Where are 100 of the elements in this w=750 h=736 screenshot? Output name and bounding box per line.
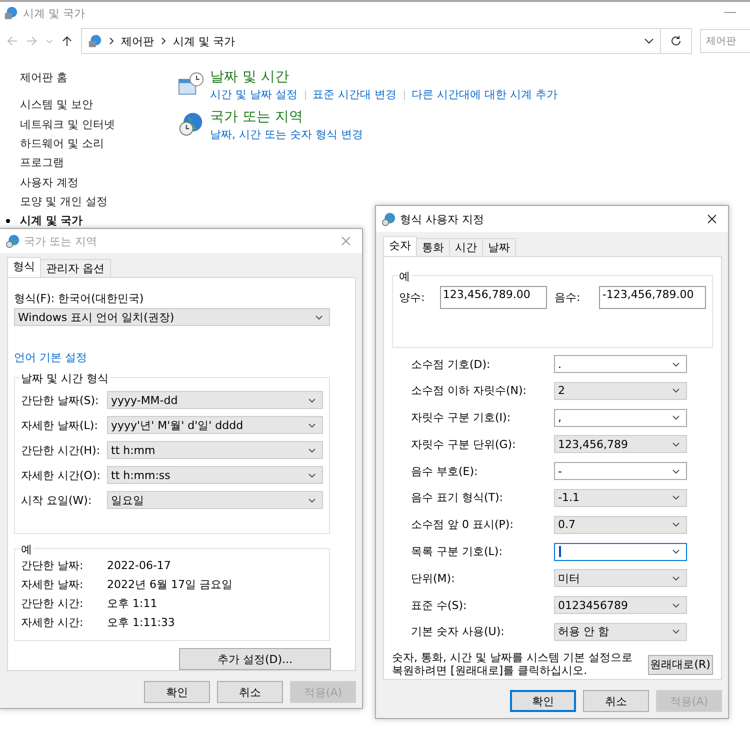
caret-icon (308, 498, 316, 502)
globe-clock-icon (178, 111, 204, 137)
setting-dropdown[interactable]: , (554, 408, 687, 427)
setting-dropdown[interactable]: 0.7 (554, 516, 687, 534)
breadcrumb[interactable]: 시계 및 국가 (173, 34, 235, 48)
caret-icon (308, 448, 316, 452)
chevron-icon (161, 37, 166, 45)
minimize-icon[interactable] (724, 12, 736, 14)
calendar-clock-icon (178, 71, 204, 97)
example-label: 간단한 시간: (21, 596, 84, 611)
field-label: 소수점 이하 자릿수(N): (410, 383, 528, 398)
example-label: 자세한 날짜: (21, 577, 84, 592)
setting-dropdown[interactable]: - (554, 462, 687, 480)
dialog-button[interactable]: 취소 (583, 690, 649, 712)
category-link[interactable]: 다른 시간대에 대한 시계 추가 (412, 87, 558, 102)
control-panel-icon (4, 6, 18, 20)
setting-dropdown[interactable]: -1.1 (554, 488, 687, 507)
example-value: 오후 1:11:33 (107, 615, 175, 630)
group-title: 예 (20, 542, 33, 557)
sidebar-item[interactable]: 네트워크 및 인터넷 (20, 116, 115, 132)
field-label: 자릿수 구분 단위(G): (410, 436, 517, 452)
refresh-button[interactable] (661, 28, 692, 54)
caret-icon (672, 468, 680, 474)
caret-icon (672, 362, 680, 366)
dialog-button[interactable]: 확인 (510, 690, 576, 712)
format-dropdown[interactable]: yyyy-MM-dd (107, 391, 323, 409)
format-dropdown[interactable]: 일요일 (107, 491, 323, 509)
setting-dropdown[interactable]: 미터 (554, 569, 687, 588)
format-dropdown[interactable]: yyyy'년' M'월' d'일' dddd (107, 416, 323, 434)
setting-dropdown[interactable]: 0123456789 (554, 596, 687, 614)
sidebar-item[interactable]: 사용자 계정 (20, 174, 78, 190)
field-label: 음수: (554, 290, 582, 305)
field-label: 자세한 날짜(L): (21, 418, 99, 432)
caret-icon (308, 422, 316, 428)
reset-note: 숫자, 통화, 시간 및 날짜를 시스템 기본 설정으로 복원하려면 [원래대로]를 클릭하십시오. (392, 650, 634, 677)
tab[interactable]: 숫자 (383, 236, 417, 256)
bullet-icon (6, 219, 10, 224)
field-label: 소수점 기호(D): (410, 356, 492, 372)
dialog-title: 형식 사용자 지정 (400, 212, 485, 226)
caret-icon (672, 549, 680, 554)
reset-button[interactable]: 원래대로(R) (648, 654, 713, 675)
tab[interactable]: 형식 (7, 257, 41, 277)
sidebar-item[interactable]: 프로그램 (20, 155, 64, 170)
sidebar-item[interactable]: 시계 및 국가 (20, 213, 83, 228)
category-link[interactable]: 표준 시간대 변경 (312, 87, 396, 102)
address-bar[interactable]: 제어판 시계 및 국가 (81, 28, 661, 54)
tab[interactable]: 통화 (416, 238, 450, 256)
format-dropdown[interactable]: Windows 표시 언어 일치(권장) (14, 308, 330, 326)
category-heading[interactable]: 국가 또는 지역 (210, 108, 363, 126)
field-label: 단위(M): (410, 570, 456, 586)
example-value: 2022년 6월 17일 금요일 (107, 577, 232, 592)
dialog-title: 국가 또는 지역 (24, 234, 98, 248)
window-title: 시계 및 국가 (23, 6, 86, 20)
field-label: 간단한 시간(H): (21, 442, 102, 458)
additional-settings-button[interactable]: 추가 설정(D)... (179, 648, 331, 670)
refresh-icon (670, 35, 682, 47)
example-label: 간단한 날짜: (21, 558, 84, 573)
caret-icon (308, 398, 316, 402)
field-label: 음수 표기 형식(T): (410, 490, 504, 506)
tab[interactable]: 시간 (449, 238, 483, 256)
setting-dropdown[interactable]: 2 (554, 382, 687, 400)
caret-icon (672, 629, 680, 634)
dialog-button[interactable]: 확인 (144, 681, 210, 703)
dialog-button[interactable]: 취소 (217, 681, 283, 703)
caret-icon (672, 495, 680, 500)
language-settings-link[interactable]: 언어 기본 설정 (14, 350, 87, 365)
sidebar-item[interactable]: 하드웨어 및 소리 (20, 136, 104, 152)
caret-icon (672, 522, 680, 528)
field-label: 자세한 시간(O): (21, 468, 102, 482)
setting-dropdown[interactable]: . (554, 355, 687, 373)
group-title: 예 (398, 269, 411, 284)
sidebar-item[interactable]: 제어판 홈 (20, 70, 68, 86)
category-link[interactable]: 날짜, 시간 또는 숫자 형식 변경 (210, 127, 363, 142)
example-value: 오후 1:11 (107, 596, 158, 611)
setting-dropdown[interactable] (554, 542, 687, 561)
tab[interactable]: 날짜 (482, 238, 516, 256)
search-field[interactable]: 제어판 (700, 29, 750, 53)
caret-icon (672, 602, 680, 608)
field-label: 양수: (399, 290, 426, 305)
setting-dropdown[interactable]: 123,456,789 (554, 435, 687, 454)
globe-icon (382, 212, 396, 226)
example-label: 자세한 시간: (21, 615, 84, 630)
caret-icon (308, 472, 316, 478)
format-dropdown[interactable]: tt h:mm (107, 441, 323, 459)
sidebar-item[interactable]: 시스템 및 보안 (20, 97, 93, 112)
chevron-icon (109, 37, 114, 45)
setting-dropdown[interactable]: 허용 안 함 (554, 622, 687, 641)
format-label: 형식(F): 한국어(대한민국) (14, 291, 145, 306)
dropdown-caret-icon[interactable] (644, 38, 654, 44)
category-link[interactable]: 시간 및 날짜 설정 (210, 87, 298, 102)
breadcrumb[interactable]: 제어판 (121, 34, 154, 48)
tab[interactable]: 관리자 옵션 (40, 259, 110, 277)
field-label: 표준 수(S): (410, 598, 468, 613)
field-label: 간단한 날짜(S): (21, 392, 100, 408)
format-dropdown[interactable]: tt h:mm:ss (107, 466, 323, 484)
close-icon[interactable] (707, 214, 717, 224)
caret-icon (672, 415, 680, 420)
up-arrow-icon[interactable] (61, 35, 73, 47)
sidebar-item[interactable]: 모양 및 개인 설정 (20, 194, 108, 209)
category-heading[interactable]: 날짜 및 시간 (210, 68, 558, 86)
